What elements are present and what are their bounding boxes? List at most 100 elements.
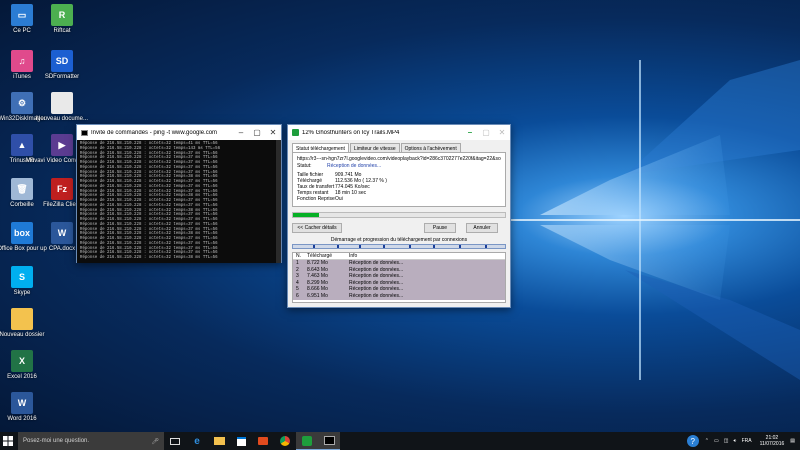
- info-label: Fonction Reprise: [297, 196, 335, 202]
- table-row[interactable]: 5 8.666 Mo Réception de données...: [293, 286, 505, 293]
- desktop-icon-label: Skype: [13, 290, 31, 296]
- desktop-app-icon: R: [51, 4, 73, 26]
- desktop-icon-label: Nouveau docume...: [35, 116, 89, 122]
- clock[interactable]: 21:02 11/07/2016: [756, 435, 789, 447]
- table-row[interactable]: 3 7.463 Mo Réception de données...: [293, 273, 505, 280]
- file-explorer-icon[interactable]: [208, 432, 230, 450]
- desktop-icon[interactable]: W Word 2016: [2, 392, 42, 423]
- cmd-window[interactable]: Invite de commandes - ping -t www.google…: [76, 124, 282, 263]
- cmd-line: Réponse de 216.58.210.228 : octets=32 te…: [80, 256, 218, 260]
- table-cell: 7.463 Mo: [307, 273, 328, 280]
- cmd-taskbar-icon[interactable]: [318, 432, 340, 450]
- connections-table[interactable]: N. Téléchargé Info 1 8.722 Mo Réception de…: [292, 252, 506, 303]
- search-box[interactable]: Posez-moi une question. 🎤︎: [18, 432, 164, 450]
- table-row[interactable]: 6 6.951 Mo Réception de données...: [293, 292, 505, 300]
- tab-completion-options[interactable]: Options à l'achèvement: [400, 143, 461, 152]
- download-titlebar[interactable]: 12% Ghosthunters on Icy Trails.MP4 – ▢ ✕: [288, 125, 510, 140]
- battery-icon[interactable]: ▭: [714, 438, 719, 444]
- desktop-icon-label: Office Box pour up: [0, 246, 47, 252]
- media-player-icon[interactable]: [252, 432, 274, 450]
- system-tray: ? ⌃ ▭ ◫ 🔉︎ FRA 21:02 11/07/2016 ▤: [686, 432, 800, 450]
- status-value: Réception de données...: [327, 163, 382, 169]
- table-cell: Réception de données...: [349, 292, 404, 299]
- desktop-icon[interactable]: X Excel 2016: [2, 350, 42, 381]
- desktop-app-icon: box: [11, 222, 33, 244]
- download-url: https://r3---sn-hgn7zr7l.googlevideo.com…: [297, 156, 501, 162]
- maximize-icon[interactable]: ▢: [478, 128, 494, 137]
- table-row[interactable]: 1 8.722 Mo Réception de données...: [293, 260, 505, 267]
- desktop-icon[interactable]: Nouveau dossier: [0, 308, 45, 339]
- download-window[interactable]: 12% Ghosthunters on Icy Trails.MP4 – ▢ ✕…: [287, 124, 511, 308]
- table-cell: 8.643 Mo: [307, 266, 328, 273]
- cmd-icon: [81, 129, 88, 136]
- desktop-app-icon: 🗑: [11, 178, 33, 200]
- language-indicator[interactable]: FRA: [742, 438, 752, 444]
- table-header: N. Téléchargé Info: [293, 253, 505, 260]
- desktop-app-icon: X: [11, 350, 33, 372]
- table-cell: 4: [296, 279, 299, 286]
- tab-status[interactable]: Statut téléchargement: [292, 143, 349, 152]
- table-cell: 3: [296, 273, 299, 280]
- cmd-output[interactable]: Réponse de 216.58.210.228 : octets=32 te…: [77, 140, 281, 263]
- hide-details-button[interactable]: << Cacher détails: [292, 223, 342, 233]
- desktop-app-icon: W: [11, 392, 33, 414]
- store-icon[interactable]: [230, 432, 252, 450]
- notifications-icon[interactable]: ▤: [790, 438, 795, 444]
- table-cell: 8.722 Mo: [307, 260, 328, 266]
- desktop-icon-label: Riftcat: [53, 28, 71, 34]
- desktop-icon[interactable]: S Skype: [2, 266, 42, 297]
- desktop-icon-label: SDFormatter: [44, 74, 80, 80]
- desktop-app-icon: ▭: [11, 4, 33, 26]
- desktop-icon-label: CPA.docx: [48, 246, 76, 252]
- cancel-button[interactable]: Annuler: [466, 223, 498, 233]
- cmd-titlebar[interactable]: Invite de commandes - ping -t www.google…: [77, 125, 281, 140]
- microphone-icon[interactable]: 🎤︎: [151, 438, 164, 445]
- edge-icon[interactable]: e: [186, 432, 208, 450]
- table-cell: 6.951 Mo: [307, 292, 328, 299]
- desktop-app-icon: ▶: [51, 134, 73, 156]
- close-icon[interactable]: ✕: [494, 128, 510, 137]
- desktop-app-icon: ♫: [11, 50, 33, 72]
- task-view-icon[interactable]: [164, 432, 186, 450]
- info-value: Oui: [335, 196, 343, 202]
- tab-speed-limiter[interactable]: Limiteur de vitesse: [349, 143, 400, 152]
- desktop-icon[interactable]: box Office Box pour up: [0, 222, 47, 253]
- table-cell: 2: [296, 266, 299, 273]
- chrome-icon[interactable]: [274, 432, 296, 450]
- column-number[interactable]: N.: [293, 253, 305, 259]
- table-row[interactable]: 2 8.643 Mo Réception de données...: [293, 266, 505, 274]
- start-button[interactable]: [0, 432, 16, 450]
- volume-icon[interactable]: 🔉︎: [733, 438, 736, 444]
- info-row: Fonction Reprise Oui: [297, 196, 501, 202]
- desktop-icon[interactable]: SD SDFormatter: [42, 50, 82, 81]
- table-cell: Réception de données...: [349, 279, 404, 286]
- desktop-app-icon: W: [51, 222, 73, 244]
- desktop-icon[interactable]: ♫ iTunes: [2, 50, 42, 81]
- minimize-icon[interactable]: –: [233, 128, 249, 137]
- column-info[interactable]: Info: [347, 253, 505, 259]
- minimize-icon[interactable]: –: [462, 128, 478, 137]
- desktop-icon[interactable]: ▭ Ce PC: [2, 4, 42, 35]
- taskbar: Posez-moi une question. 🎤︎ e ? ⌃ ▭ ◫ 🔉︎ …: [0, 432, 800, 450]
- search-placeholder: Posez-moi une question.: [23, 438, 90, 444]
- pause-button[interactable]: Pause: [424, 223, 456, 233]
- desktop-icon[interactable]: Nouveau docume...: [36, 92, 88, 123]
- desktop-icon[interactable]: 🗑 Corbeille: [2, 178, 42, 209]
- network-icon[interactable]: ◫: [724, 438, 729, 444]
- desktop-app-icon: Fz: [51, 178, 73, 200]
- connections-bar: [292, 244, 506, 249]
- status-label: Statut:: [297, 163, 312, 169]
- table-cell: Réception de données...: [349, 266, 404, 273]
- desktop-app-icon: S: [11, 266, 33, 288]
- close-icon[interactable]: ✕: [265, 128, 281, 137]
- clock-date: 11/07/2016: [759, 441, 785, 447]
- column-downloaded[interactable]: Téléchargé: [305, 253, 347, 259]
- desktop-icon[interactable]: R Riftcat: [42, 4, 82, 35]
- download-manager-taskbar-icon[interactable]: [296, 432, 318, 450]
- chevron-up-icon[interactable]: ⌃: [705, 438, 709, 444]
- help-icon[interactable]: ?: [686, 435, 699, 447]
- table-row[interactable]: 4 8.299 Mo Réception de données...: [293, 279, 505, 287]
- desktop-icon-label: Word 2016: [7, 416, 37, 422]
- maximize-icon[interactable]: ▢: [249, 128, 265, 137]
- cmd-scrollbar[interactable]: [276, 140, 281, 263]
